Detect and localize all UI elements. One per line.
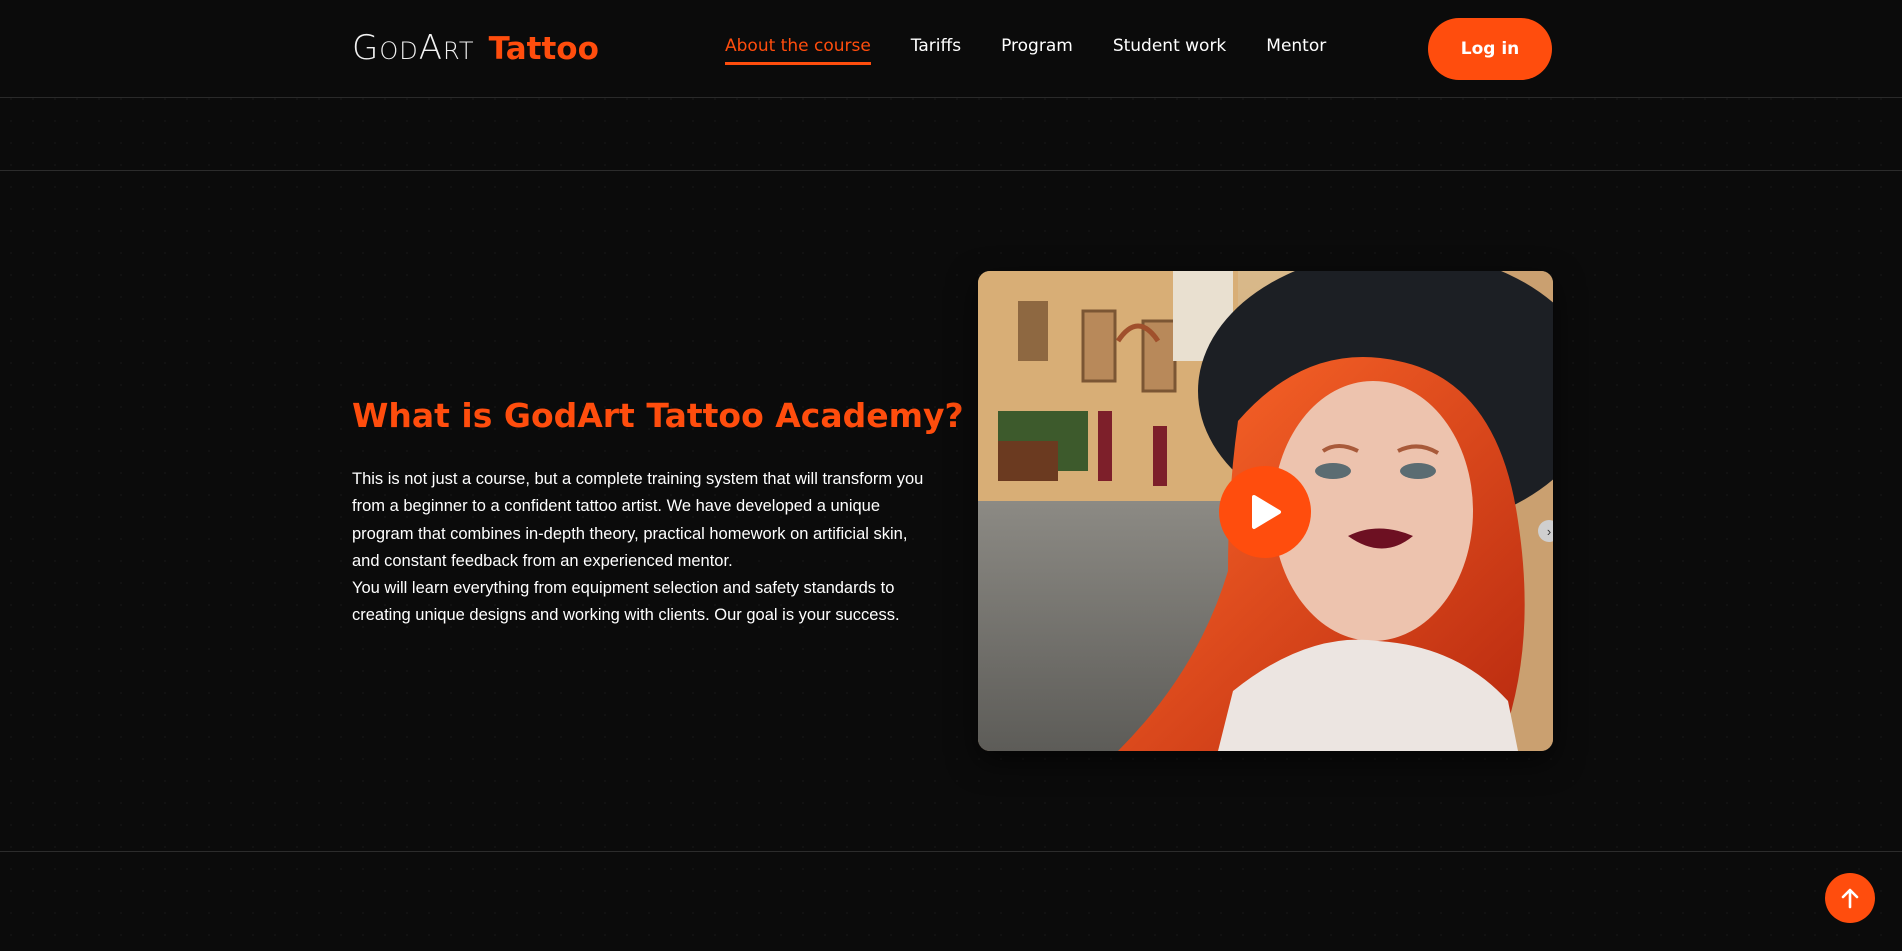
main-nav: About the course Tariffs Program Student… <box>725 36 1326 65</box>
section-divider-top <box>0 170 1902 171</box>
about-title: What is GodArt Tattoo Academy? <box>352 396 964 435</box>
login-button[interactable]: Log in <box>1428 18 1552 80</box>
logo-tattoo-text: Tattoo <box>488 31 599 67</box>
logo-godart-text: GodArt <box>352 28 475 68</box>
scroll-to-top-button[interactable] <box>1825 873 1875 923</box>
site-header: GodArt Tattoo About the course Tariffs P… <box>0 0 1902 98</box>
arrow-up-icon <box>1841 888 1859 909</box>
chevron-right-icon[interactable]: › <box>1538 520 1553 542</box>
intro-video[interactable]: › <box>978 271 1553 751</box>
logo[interactable]: GodArt Tattoo <box>352 28 599 72</box>
nav-item-tariffs[interactable]: Tariffs <box>911 36 961 65</box>
nav-item-program[interactable]: Program <box>1001 36 1073 65</box>
nav-item-student-work[interactable]: Student work <box>1113 36 1226 65</box>
play-icon <box>1252 495 1281 529</box>
section-divider-bottom <box>0 851 1902 852</box>
nav-item-about-the-course[interactable]: About the course <box>725 36 871 65</box>
play-button[interactable] <box>1219 466 1311 558</box>
about-description: This is not just a course, but a complet… <box>352 466 937 630</box>
nav-item-mentor[interactable]: Mentor <box>1266 36 1326 65</box>
about-paragraph-2: You will learn everything from equipment… <box>352 579 900 625</box>
about-paragraph-1: This is not just a course, but a complet… <box>352 470 924 570</box>
